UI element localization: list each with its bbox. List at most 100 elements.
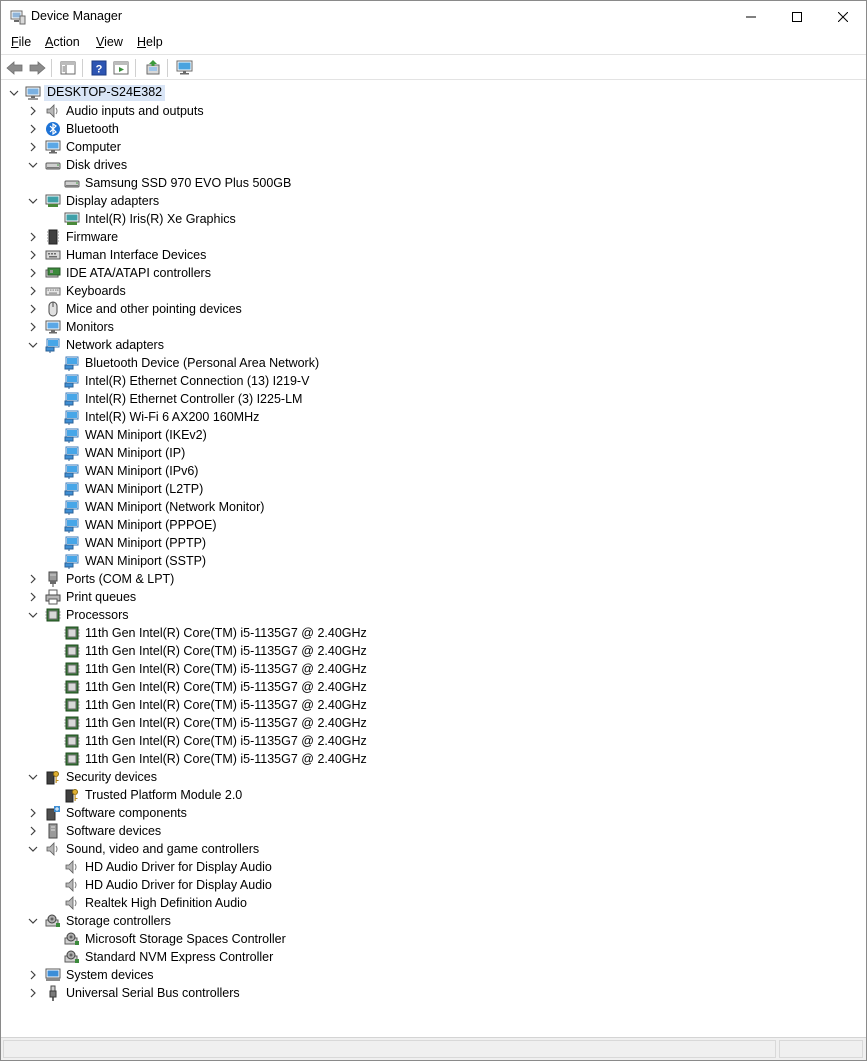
chevron-down-icon[interactable]	[28, 195, 38, 207]
tree-category-mice-and-other-pointing-devices[interactable]: Mice and other pointing devices	[2, 300, 862, 318]
tree-device-item[interactable]: 11th Gen Intel(R) Core(TM) i5-1135G7 @ 2…	[2, 750, 862, 768]
device-tree: DESKTOP-S24E382 Audio inputs and outputs…	[2, 83, 865, 1033]
tree-device-item[interactable]: 11th Gen Intel(R) Core(TM) i5-1135G7 @ 2…	[2, 696, 862, 714]
tree-category-keyboards[interactable]: Keyboards	[2, 282, 862, 300]
chevron-right-icon[interactable]	[28, 969, 38, 981]
tree-root[interactable]: DESKTOP-S24E382	[2, 84, 862, 102]
tree-category-computer[interactable]: Computer	[2, 138, 862, 156]
chevron-right-icon[interactable]	[28, 249, 38, 261]
tree-device-item[interactable]: WAN Miniport (PPPOE)	[2, 516, 862, 534]
device-label: WAN Miniport (Network Monitor)	[85, 500, 265, 514]
forward-button[interactable]	[27, 58, 47, 78]
tree-category-display-adapters[interactable]: Display adapters	[2, 192, 862, 210]
chevron-right-icon[interactable]	[28, 591, 38, 603]
tree-device-item[interactable]: 11th Gen Intel(R) Core(TM) i5-1135G7 @ 2…	[2, 714, 862, 732]
tree-device-item[interactable]: 11th Gen Intel(R) Core(TM) i5-1135G7 @ 2…	[2, 642, 862, 660]
tree-device-item[interactable]: Intel(R) Ethernet Connection (13) I219-V	[2, 372, 862, 390]
tree-device-item[interactable]: Trusted Platform Module 2.0	[2, 786, 862, 804]
network-adapter-icon	[64, 554, 79, 569]
tree-category-ports-com-lpt[interactable]: Ports (COM & LPT)	[2, 570, 862, 588]
back-button[interactable]	[5, 58, 25, 78]
tree-device-item[interactable]: WAN Miniport (Network Monitor)	[2, 498, 862, 516]
tree-device-item[interactable]: Intel(R) Wi-Fi 6 AX200 160MHz	[2, 408, 862, 426]
tree-category-processors[interactable]: Processors	[2, 606, 862, 624]
tree-device-item[interactable]: WAN Miniport (SSTP)	[2, 552, 862, 570]
tree-category-audio-inputs-and-outputs[interactable]: Audio inputs and outputs	[2, 102, 862, 120]
chevron-down-icon[interactable]	[28, 609, 38, 621]
tree-device-item[interactable]: Samsung SSD 970 EVO Plus 500GB	[2, 174, 862, 192]
show-hide-console-tree-button[interactable]	[58, 58, 78, 78]
tree-device-item[interactable]: 11th Gen Intel(R) Core(TM) i5-1135G7 @ 2…	[2, 660, 862, 678]
tree-category-print-queues[interactable]: Print queues	[2, 588, 862, 606]
category-label: Bluetooth	[66, 122, 119, 136]
chevron-right-icon[interactable]	[28, 825, 38, 837]
tree-category-security-devices[interactable]: Security devices	[2, 768, 862, 786]
tree-device-item[interactable]: Microsoft Storage Spaces Controller	[2, 930, 862, 948]
update-driver-button[interactable]	[143, 58, 163, 78]
display-adapter-icon	[45, 194, 61, 207]
chevron-right-icon[interactable]	[28, 105, 38, 117]
chevron-down-icon[interactable]	[28, 843, 38, 855]
tree-category-system-devices[interactable]: System devices	[2, 966, 862, 984]
tree-device-item[interactable]: 11th Gen Intel(R) Core(TM) i5-1135G7 @ 2…	[2, 624, 862, 642]
chevron-right-icon[interactable]	[28, 123, 38, 135]
tree-device-item[interactable]: 11th Gen Intel(R) Core(TM) i5-1135G7 @ 2…	[2, 732, 862, 750]
tree-category-ide-ata-atapi-controllers[interactable]: IDE ATA/ATAPI controllers	[2, 264, 862, 282]
tree-device-item[interactable]: Standard NVM Express Controller	[2, 948, 862, 966]
tree-device-item[interactable]: 11th Gen Intel(R) Core(TM) i5-1135G7 @ 2…	[2, 678, 862, 696]
menu-view[interactable]: View	[96, 35, 123, 49]
tree-category-firmware[interactable]: Firmware	[2, 228, 862, 246]
properties-icon	[113, 61, 129, 75]
tree-category-network-adapters[interactable]: Network adapters	[2, 336, 862, 354]
device-label: Samsung SSD 970 EVO Plus 500GB	[85, 176, 292, 190]
tree-device-item[interactable]: Intel(R) Iris(R) Xe Graphics	[2, 210, 862, 228]
tree-device-item[interactable]: WAN Miniport (L2TP)	[2, 480, 862, 498]
tree-category-bluetooth[interactable]: Bluetooth	[2, 120, 862, 138]
tree-device-item[interactable]: Bluetooth Device (Personal Area Network)	[2, 354, 862, 372]
chevron-right-icon[interactable]	[28, 141, 38, 153]
tree-category-disk-drives[interactable]: Disk drives	[2, 156, 862, 174]
menu-action[interactable]: Action	[45, 35, 80, 49]
tree-category-storage-controllers[interactable]: Storage controllers	[2, 912, 862, 930]
chevron-right-icon[interactable]	[28, 321, 38, 333]
menu-bar: File Action View Help	[1, 33, 866, 54]
chevron-right-icon[interactable]	[28, 285, 38, 297]
menu-file[interactable]: File	[11, 35, 31, 49]
tree-category-human-interface-devices[interactable]: Human Interface Devices	[2, 246, 862, 264]
tree-device-item[interactable]: WAN Miniport (IKEv2)	[2, 426, 862, 444]
chevron-right-icon[interactable]	[28, 231, 38, 243]
chevron-down-icon[interactable]	[28, 339, 38, 351]
tree-device-item[interactable]: WAN Miniport (PPTP)	[2, 534, 862, 552]
tree-category-software-devices[interactable]: Software devices	[2, 822, 862, 840]
menu-help[interactable]: Help	[137, 35, 163, 49]
tree-device-item[interactable]: HD Audio Driver for Display Audio	[2, 858, 862, 876]
title-bar[interactable]: Device Manager	[1, 1, 866, 33]
tree-category-universal-serial-bus-controllers[interactable]: Universal Serial Bus controllers	[2, 984, 862, 1002]
chevron-right-icon[interactable]	[28, 573, 38, 585]
chevron-right-icon[interactable]	[28, 303, 38, 315]
chevron-right-icon[interactable]	[28, 267, 38, 279]
bluetooth-icon	[46, 122, 60, 136]
chevron-down-icon[interactable]	[28, 771, 38, 783]
tree-category-sound-video-and-game-controllers[interactable]: Sound, video and game controllers	[2, 840, 862, 858]
chevron-down-icon[interactable]	[28, 159, 38, 171]
device-label: WAN Miniport (PPPOE)	[85, 518, 217, 532]
chevron-right-icon[interactable]	[28, 807, 38, 819]
tree-category-software-components[interactable]: Software components	[2, 804, 862, 822]
security-device-icon	[65, 789, 78, 803]
tree-device-item[interactable]: WAN Miniport (IP)	[2, 444, 862, 462]
properties-button[interactable]	[111, 58, 131, 78]
minimize-button[interactable]	[728, 1, 774, 33]
tree-device-item[interactable]: HD Audio Driver for Display Audio	[2, 876, 862, 894]
chevron-down-icon[interactable]	[28, 915, 38, 927]
tree-device-item[interactable]: Realtek High Definition Audio	[2, 894, 862, 912]
maximize-button[interactable]	[774, 1, 820, 33]
chevron-down-icon[interactable]	[9, 87, 19, 99]
chevron-right-icon[interactable]	[28, 987, 38, 999]
tree-device-item[interactable]: Intel(R) Ethernet Controller (3) I225-LM	[2, 390, 862, 408]
tree-category-monitors[interactable]: Monitors	[2, 318, 862, 336]
tree-device-item[interactable]: WAN Miniport (IPv6)	[2, 462, 862, 480]
close-button[interactable]	[820, 1, 866, 33]
help-button[interactable]: ?	[89, 58, 109, 78]
scan-hardware-changes-button[interactable]	[175, 58, 195, 78]
